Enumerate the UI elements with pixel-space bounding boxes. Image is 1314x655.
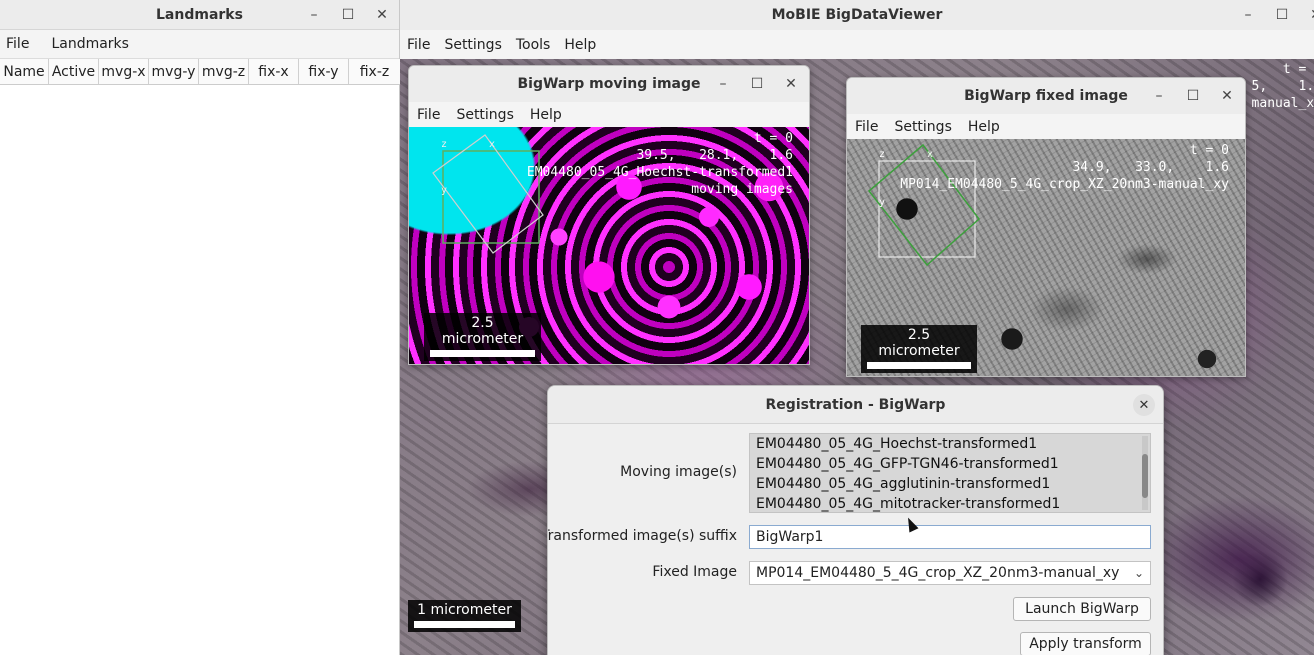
menu-settings[interactable]: Settings <box>886 119 959 135</box>
axis-y-label: y <box>879 197 885 208</box>
maximize-icon[interactable]: ☐ <box>740 76 774 92</box>
list-item[interactable]: EM04480_05_4G_agglutinin-transformed1 <box>750 474 1150 494</box>
col-mvg-z[interactable]: mvg-z <box>199 59 249 84</box>
fixed-info-overlay: t = 0 34.9, 33.0, 1.6 MP014_EM04480_5_4G… <box>900 143 1229 192</box>
menu-landmarks[interactable]: Landmarks <box>35 36 135 52</box>
fixed-scalebar-label: 2.5 micrometer <box>878 327 960 359</box>
chevron-down-icon[interactable]: ⌄ <box>1134 562 1144 584</box>
minimize-icon[interactable]: – <box>1231 7 1265 23</box>
mobie-titlebar: MoBIE BigDataViewer <box>400 0 1314 30</box>
moving-scalebar-bar <box>430 350 535 357</box>
fixed-scalebar: 2.5 micrometer <box>861 325 977 373</box>
moving-window-controls: – ☐ ✕ <box>706 66 808 102</box>
col-active[interactable]: Active <box>49 59 99 84</box>
menu-help[interactable]: Help <box>960 119 1008 135</box>
scalebar-bar <box>414 621 515 628</box>
registration-title: Registration - BigWarp <box>765 396 946 413</box>
menu-file[interactable]: File <box>400 37 437 53</box>
axis-x-label: x <box>489 139 495 150</box>
menu-settings[interactable]: Settings <box>448 107 521 123</box>
moving-images-label: Moving image(s) <box>620 464 737 480</box>
fixed-image-selected: MP014_EM04480_5_4G_crop_XZ_20nm3-manual_… <box>756 565 1120 581</box>
axis-y-label: y <box>441 185 447 196</box>
col-fix-x[interactable]: fix-x <box>249 59 299 84</box>
launch-bigwarp-button[interactable]: Launch BigWarp <box>1013 597 1151 621</box>
col-name[interactable]: Name <box>0 59 49 84</box>
menu-help[interactable]: Help <box>522 107 570 123</box>
suffix-label: Transformed image(s) suffix <box>547 528 737 544</box>
mobie-menubar: File Settings Tools Help <box>400 30 1314 59</box>
viewer-info-overlay: t = 0 5, 1.6 manual_xy <box>1251 62 1314 111</box>
maximize-icon[interactable]: ☐ <box>1176 88 1210 104</box>
landmarks-window: Landmarks – ☐ ✕ File Landmarks Name Acti… <box>0 0 400 655</box>
bigwarp-fixed-window: BigWarp fixed image – ☐ ✕ File Settings … <box>846 77 1246 377</box>
scalebar-label: 1 micrometer <box>417 602 512 618</box>
axis-z-label: z <box>441 139 447 150</box>
menu-file[interactable]: File <box>0 36 35 52</box>
maximize-icon[interactable]: ☐ <box>1265 7 1299 23</box>
mobie-window-controls: – ☐ ✕ <box>1231 0 1314 30</box>
landmarks-table-header: Name Active mvg-x mvg-y mvg-z fix-x fix-… <box>0 59 400 85</box>
menu-file[interactable]: File <box>409 107 448 123</box>
fixed-scalebar-bar <box>867 362 971 369</box>
close-icon[interactable]: ✕ <box>774 76 808 92</box>
scrollbar-thumb[interactable] <box>1142 454 1148 498</box>
moving-scalebar: 2.5 micrometer <box>424 313 541 361</box>
close-icon[interactable]: ✕ <box>365 7 399 23</box>
moving-menubar: File Settings Help <box>409 102 809 127</box>
bigwarp-moving-window: BigWarp moving image – ☐ ✕ File Settings… <box>408 65 810 365</box>
close-icon[interactable]: ✕ <box>1133 394 1155 416</box>
maximize-icon[interactable]: ☐ <box>331 7 365 23</box>
close-icon[interactable]: ✕ <box>1210 88 1244 104</box>
fixed-menubar: File Settings Help <box>847 114 1245 139</box>
suffix-input[interactable]: BigWarp1 <box>749 525 1151 549</box>
close-icon[interactable]: ✕ <box>1299 7 1314 23</box>
apply-transform-button[interactable]: Apply transform <box>1020 632 1151 655</box>
menu-help[interactable]: Help <box>557 37 603 53</box>
col-mvg-x[interactable]: mvg-x <box>99 59 149 84</box>
menu-file[interactable]: File <box>847 119 886 135</box>
landmarks-menubar: File Landmarks <box>0 30 399 59</box>
fixed-image-select[interactable]: MP014_EM04480_5_4G_crop_XZ_20nm3-manual_… <box>749 561 1151 585</box>
fixed-image-label: Fixed Image <box>652 564 737 580</box>
minimize-icon[interactable]: – <box>297 7 331 23</box>
menu-settings[interactable]: Settings <box>437 37 508 53</box>
col-fix-y[interactable]: fix-y <box>299 59 349 84</box>
col-fix-z[interactable]: fix-z <box>349 59 400 84</box>
mobie-title: MoBIE BigDataViewer <box>771 7 943 23</box>
registration-dialog: Registration - BigWarp ✕ Moving image(s)… <box>547 385 1164 655</box>
list-scrollbar[interactable] <box>1142 436 1148 510</box>
moving-scalebar-label: 2.5 micrometer <box>441 315 524 347</box>
menu-tools[interactable]: Tools <box>509 37 558 53</box>
minimize-icon[interactable]: – <box>1142 88 1176 104</box>
fixed-title: BigWarp fixed image <box>964 88 1128 104</box>
axis-z-label: z <box>879 149 885 160</box>
list-item[interactable]: EM04480_05_4G_mitotracker-transformed1 <box>750 494 1150 512</box>
moving-info-overlay: t = 0 39.5, 28.1, 1.6 EM04480_05_4G_Hoec… <box>526 131 793 197</box>
registration-titlebar: Registration - BigWarp <box>548 386 1163 424</box>
fixed-window-controls: – ☐ ✕ <box>1142 78 1244 114</box>
moving-title: BigWarp moving image <box>517 76 701 92</box>
list-item[interactable]: EM04480_05_4G_Hoechst-transformed1 <box>750 434 1150 454</box>
moving-image-viewport[interactable]: z x y t = 0 39.5, 28.1, 1.6 EM04480_05_4… <box>409 127 809 364</box>
list-item[interactable]: EM04480_05_4G_GFP-TGN46-transformed1 <box>750 454 1150 474</box>
moving-images-list[interactable]: EM04480_05_4G_Hoechst-transformed1 EM044… <box>749 433 1151 513</box>
scalebar: 1 micrometer <box>408 600 521 632</box>
landmarks-title: Landmarks <box>156 6 243 23</box>
fixed-image-viewport[interactable]: z x y t = 0 34.9, 33.0, 1.6 MP014_EM0448… <box>847 139 1245 376</box>
landmarks-window-controls: – ☐ ✕ <box>297 0 399 30</box>
col-mvg-y[interactable]: mvg-y <box>149 59 199 84</box>
minimize-icon[interactable]: – <box>706 76 740 92</box>
